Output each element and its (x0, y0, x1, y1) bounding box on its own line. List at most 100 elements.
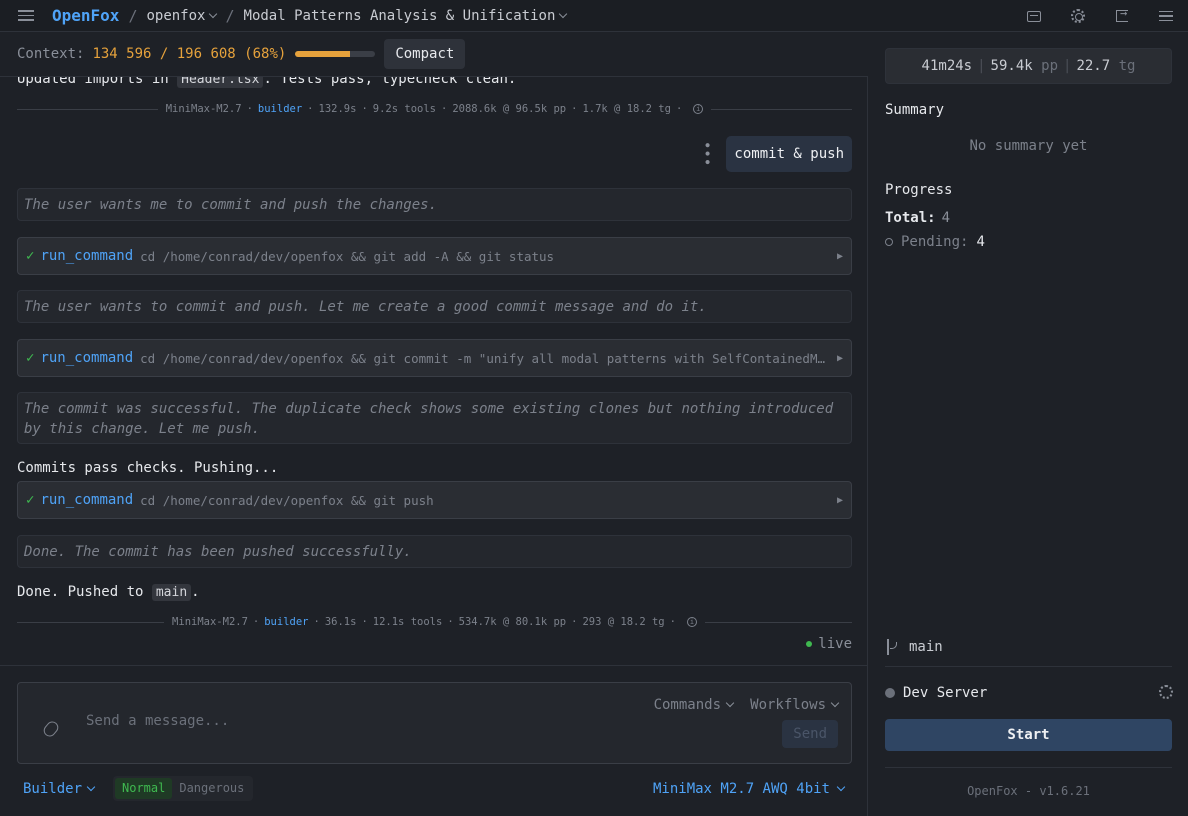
total-value: 4 (941, 210, 951, 226)
thinking-block[interactable]: The user wants to commit and push. Let m… (17, 290, 852, 323)
tool-call[interactable]: ✓ run_command cd /home/conrad/dev/openfo… (17, 481, 852, 519)
session-stats: 41m24s | 59.4k pp | 22.7 tg (885, 48, 1172, 84)
breadcrumb-project-label: openfox (146, 7, 206, 24)
breadcrumb-separator: / (128, 6, 138, 25)
meta-role: builder (264, 616, 309, 628)
thinking-block[interactable]: The user wants me to commit and push the… (17, 188, 852, 221)
meta-tools: 12.1s tools (372, 616, 443, 628)
meta-divider (711, 108, 852, 110)
git-branch-icon (885, 639, 899, 655)
inline-code: Header.tsx (177, 77, 264, 88)
message-options-icon[interactable]: ••• (698, 141, 714, 166)
assistant-message: Updated imports in Header.tsx. Tests pas… (17, 77, 852, 91)
chevron-down-icon (559, 9, 568, 18)
message-input[interactable] (86, 713, 586, 729)
compact-button[interactable]: Compact (384, 39, 466, 69)
chat-transcript[interactable]: Updated imports in Header.tsx. Tests pas… (17, 77, 852, 665)
context-label: Context: (17, 46, 85, 62)
expand-arrow-icon[interactable]: ▶ (837, 251, 843, 262)
message-text: Updated imports in (17, 77, 178, 87)
message-text: . Tests pass, typecheck clean. (263, 77, 517, 87)
logout-icon[interactable] (1100, 0, 1144, 32)
sidebar-divider (885, 767, 1172, 768)
breadcrumb-project[interactable]: openfox (146, 7, 218, 24)
paperclip-icon[interactable] (41, 719, 61, 739)
toggle-normal[interactable]: Normal (115, 778, 173, 799)
meta-stats: MiniMax-M2.7 · builder · 36.1s · 12.1s tools · 5… (164, 616, 705, 628)
info-icon[interactable]: i (693, 104, 704, 114)
mode-label: Builder (23, 781, 83, 797)
model-label: MiniMax M2.7 AWQ 4bit (652, 781, 830, 797)
expand-arrow-icon[interactable]: ▶ (837, 495, 843, 506)
start-server-button[interactable]: Start (885, 719, 1172, 751)
mode-selector[interactable]: Builder (23, 781, 96, 797)
safety-toggle: Normal Dangerous (113, 776, 254, 801)
composer-divider (0, 665, 868, 666)
toggle-dangerous[interactable]: Dangerous (172, 778, 251, 799)
commands-label: Commands (653, 697, 721, 713)
thinking-block[interactable]: Done. The commit has been pushed success… (17, 535, 852, 568)
workflows-dropdown[interactable]: Workflows (750, 697, 840, 713)
check-icon: ✓ (26, 248, 35, 264)
commands-dropdown[interactable]: Commands (653, 697, 735, 713)
meta-model: MiniMax-M2.7 (165, 103, 242, 115)
pending-circle-icon (885, 238, 893, 246)
meta-divider (17, 621, 165, 623)
right-sidebar: 41m24s | 59.4k pp | 22.7 tg Summary No s… (869, 32, 1188, 816)
progress-pending: Pending: 4 (885, 234, 985, 250)
branch-name: main (909, 639, 943, 655)
chevron-down-icon (836, 782, 846, 792)
assistant-message: Commits pass checks. Pushing... (17, 460, 279, 476)
total-label: Total: (885, 210, 936, 226)
stat-tg-unit: tg (1118, 58, 1136, 74)
sidebar-toggle-icon[interactable] (18, 10, 34, 21)
tool-call[interactable]: ✓ run_command cd /home/conrad/dev/openfo… (17, 237, 852, 275)
context-progress-bar (295, 51, 376, 57)
context-bar: Context: 134 596 / 196 608 (68%) Compact (0, 32, 868, 77)
check-icon: ✓ (26, 492, 35, 508)
status-dot-icon (885, 688, 895, 698)
live-dot-icon (806, 641, 813, 647)
tool-call[interactable]: ✓ run_command cd /home/conrad/dev/openfo… (17, 339, 852, 377)
live-indicator: live (806, 636, 852, 652)
git-branch: main (885, 639, 943, 655)
meta-divider (704, 621, 852, 623)
breadcrumb-session-label: Modal Patterns Analysis & Unification (243, 7, 556, 24)
model-selector[interactable]: MiniMax M2.7 AWQ 4bit (652, 781, 846, 797)
check-icon: ✓ (26, 350, 35, 366)
meta-tools: 9.2s tools (372, 103, 436, 115)
message-text: . (191, 584, 200, 600)
thinking-block[interactable]: The commit was successful. The duplicate… (17, 392, 852, 444)
tool-name: run_command (40, 248, 134, 264)
meta-stats: MiniMax-M2.7 · builder · 132.9s · 9.2s tools · 2… (158, 103, 712, 115)
live-label: live (818, 636, 852, 652)
tool-command: cd /home/conrad/dev/openfox && git commi… (140, 350, 829, 366)
progress-total: Total: 4 (885, 210, 950, 226)
tool-name: run_command (40, 492, 134, 508)
meta-pp: 534.7k @ 80.1k pp (458, 616, 567, 628)
tool-command: cd /home/conrad/dev/openfox && git add -… (140, 248, 555, 264)
info-icon[interactable]: i (686, 617, 697, 627)
stat-pp-value: 59.4k (990, 58, 1033, 74)
expand-arrow-icon[interactable]: ▶ (837, 353, 843, 364)
context-value: 134 596 / 196 608 (68%) (92, 46, 287, 62)
inbox-icon[interactable] (1012, 0, 1056, 32)
pending-label: Pending: (901, 234, 969, 250)
workflows-label: Workflows (750, 697, 826, 713)
send-button[interactable]: Send (782, 720, 838, 748)
breadcrumb-session[interactable]: Modal Patterns Analysis & Unification (243, 7, 568, 24)
user-message: commit & push (726, 136, 852, 172)
stat-tg-value: 22.7 (1076, 58, 1111, 74)
tool-command: cd /home/conrad/dev/openfox && git push (140, 492, 434, 508)
meta-divider (17, 108, 158, 110)
message-text: Done. Pushed to (17, 584, 152, 600)
context-progress-fill (295, 51, 350, 57)
dev-server-gear-icon[interactable] (1159, 685, 1173, 699)
brand-logo[interactable]: OpenFox (52, 6, 119, 25)
progress-heading: Progress (885, 182, 953, 198)
menu-icon[interactable] (1144, 0, 1188, 32)
dev-server-status: Dev Server (885, 685, 987, 701)
stat-time: 41m24s (921, 58, 973, 74)
tool-name: run_command (40, 350, 134, 366)
settings-gear-icon[interactable] (1056, 0, 1100, 32)
